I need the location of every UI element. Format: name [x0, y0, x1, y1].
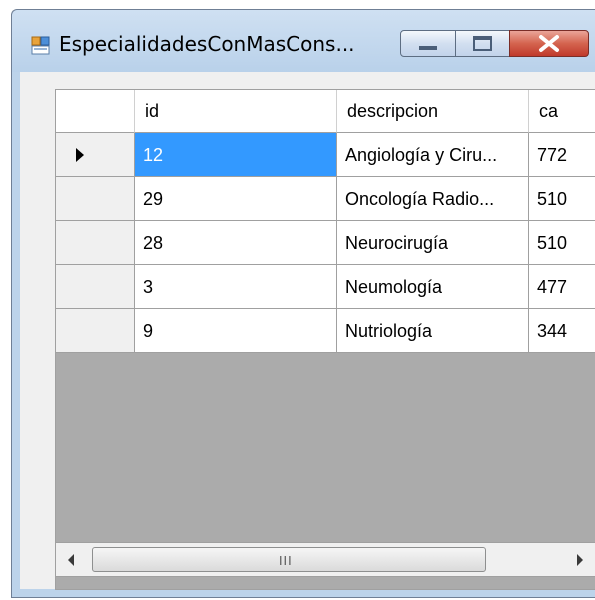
column-header-descripcion[interactable]: descripcion: [337, 90, 529, 133]
maximize-icon: [473, 36, 492, 51]
cell-ca[interactable]: 344: [529, 309, 595, 353]
title-bar[interactable]: EspecialidadesConMasCons...: [12, 10, 595, 72]
form-client-area: id descripcion ca 12 Angiología y Ciru..…: [20, 72, 595, 590]
data-grid[interactable]: id descripcion ca 12 Angiología y Ciru..…: [55, 89, 595, 590]
cell-descripcion[interactable]: Angiología y Ciru...: [337, 133, 529, 177]
close-icon: [539, 35, 559, 52]
row-header[interactable]: [56, 309, 135, 353]
app-window: EspecialidadesConMasCons... id descripci…: [11, 9, 595, 598]
cell-ca[interactable]: 510: [529, 221, 595, 265]
close-button[interactable]: [509, 30, 589, 57]
cell-descripcion[interactable]: Neurocirugía: [337, 221, 529, 265]
cell-descripcion[interactable]: Oncología Radio...: [337, 177, 529, 221]
table-row[interactable]: 12 Angiología y Ciru... 772: [56, 133, 595, 177]
column-header-ca[interactable]: ca: [529, 90, 595, 133]
table-row[interactable]: 9 Nutriología 344: [56, 309, 595, 353]
table-row[interactable]: 28 Neurocirugía 510: [56, 221, 595, 265]
current-row-pointer-icon: [76, 148, 84, 162]
column-header-id[interactable]: id: [135, 90, 337, 133]
horizontal-scrollbar[interactable]: III: [55, 542, 595, 577]
scrollbar-grip: III: [279, 554, 293, 568]
cell-ca[interactable]: 510: [529, 177, 595, 221]
grid-header-row: id descripcion ca: [56, 90, 595, 133]
minimize-icon: [419, 46, 437, 50]
cell-ca[interactable]: 772: [529, 133, 595, 177]
row-header-corner[interactable]: [56, 90, 135, 133]
cell-id[interactable]: 28: [135, 221, 337, 265]
table-row[interactable]: 3 Neumología 477: [56, 265, 595, 309]
table-row[interactable]: 29 Oncología Radio... 510: [56, 177, 595, 221]
minimize-button[interactable]: [400, 30, 456, 57]
scroll-right-icon[interactable]: [577, 554, 583, 566]
cell-id[interactable]: 9: [135, 309, 337, 353]
scrollbar-thumb[interactable]: III: [92, 547, 486, 572]
form-icon: [31, 36, 50, 55]
cell-id[interactable]: 12: [135, 133, 337, 177]
cell-id[interactable]: 3: [135, 265, 337, 309]
cell-descripcion[interactable]: Neumología: [337, 265, 529, 309]
cell-ca[interactable]: 477: [529, 265, 595, 309]
scroll-left-icon[interactable]: [68, 554, 74, 566]
row-header[interactable]: [56, 265, 135, 309]
cell-descripcion[interactable]: Nutriología: [337, 309, 529, 353]
row-header[interactable]: [56, 133, 135, 177]
row-header[interactable]: [56, 177, 135, 221]
maximize-button[interactable]: [455, 30, 510, 57]
row-header[interactable]: [56, 221, 135, 265]
window-title: EspecialidadesConMasCons...: [59, 32, 355, 56]
cell-id[interactable]: 29: [135, 177, 337, 221]
